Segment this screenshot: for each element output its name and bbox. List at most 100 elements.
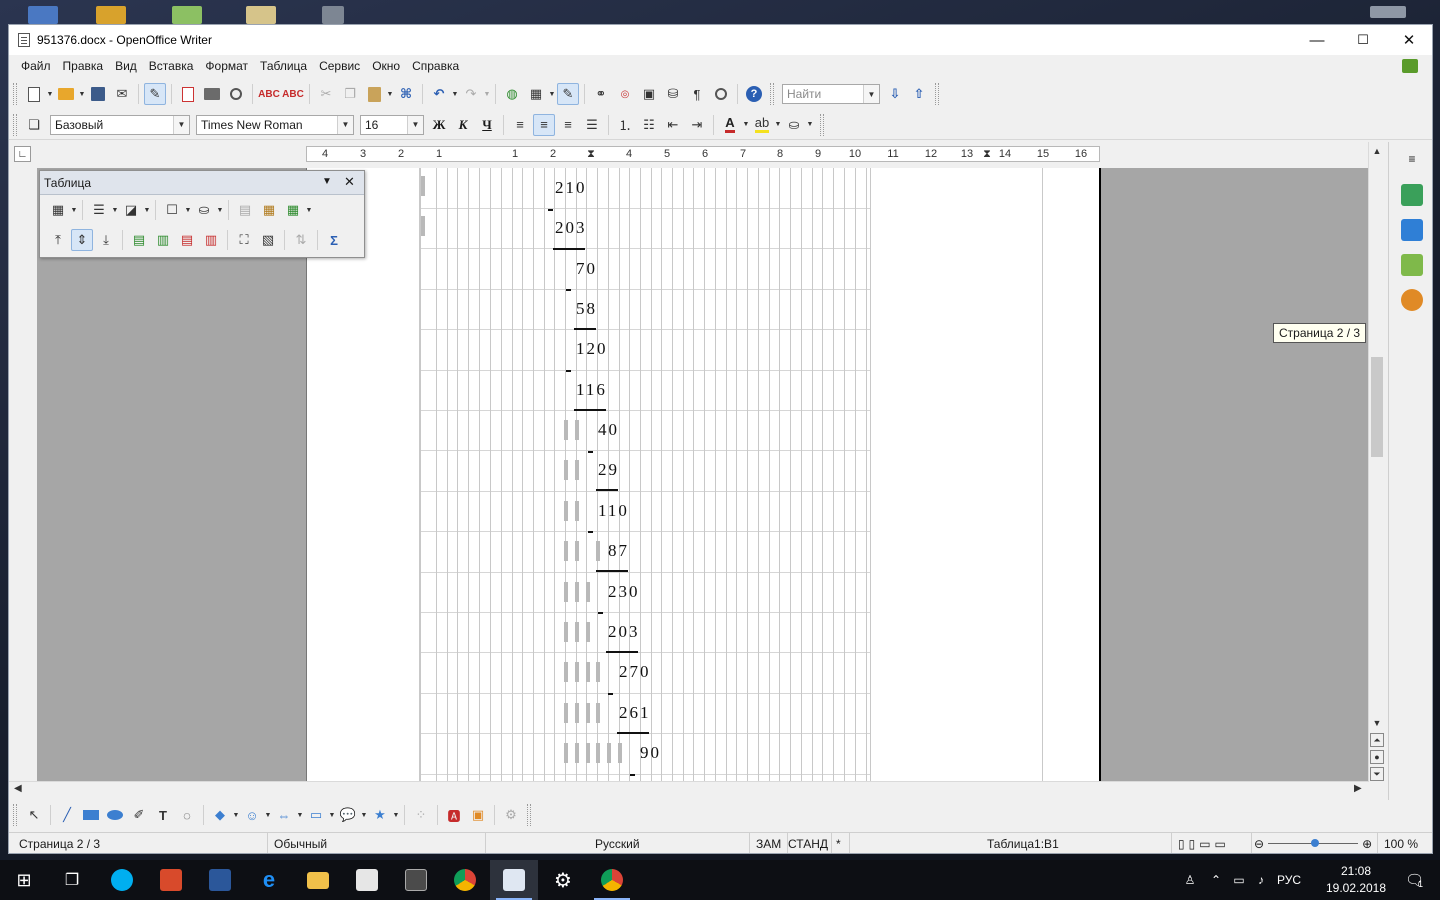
table-insert-button[interactable]: ▦	[47, 199, 69, 221]
app-taskbar-button[interactable]	[147, 860, 195, 900]
horizontal-ruler[interactable]: 4 3 2 1 1 2 ⧗ 4 5 6 7 8 9 10 11 12 13 ⧗ …	[306, 146, 1100, 162]
redo-dropdown[interactable]: ▼	[483, 91, 491, 98]
volume-icon[interactable]: ♪	[1250, 873, 1272, 887]
zoom-in-icon[interactable]: ⊕	[1362, 837, 1372, 851]
zoom-out-icon[interactable]: ⊖	[1254, 837, 1264, 851]
save-button[interactable]	[87, 83, 109, 105]
insert-row-button[interactable]: ▤	[128, 229, 150, 251]
highlight-button[interactable]: ab	[751, 114, 773, 136]
status-selection-mode[interactable]: СТАНД	[788, 833, 832, 853]
chevron-up-icon[interactable]: ⌃	[1204, 873, 1228, 887]
callout-tool-button[interactable]: ◌	[176, 804, 198, 826]
toolbar-grip[interactable]	[935, 83, 939, 105]
horizontal-scrollbar[interactable]: ◀ ▶	[9, 781, 1368, 798]
status-language[interactable]: Русский	[486, 833, 750, 853]
insert-table-button[interactable]: ▦	[525, 83, 547, 105]
document-page[interactable]: 210 203 70 58 120 116 40 29 110 87 230 2…	[306, 168, 1101, 782]
insert-column-button[interactable]: ▥	[152, 229, 174, 251]
menu-window[interactable]: Окно	[366, 59, 406, 73]
basic-shapes-dropdown[interactable]: ▼	[232, 812, 240, 819]
size-dropdown-icon[interactable]: ▼	[407, 115, 423, 134]
select-table-button[interactable]: ⛶	[233, 229, 255, 251]
calculation-table[interactable]: 210 203 70 58 120 116 40 29 110 87 230 2…	[420, 168, 871, 782]
close-button[interactable]: ✕	[1386, 25, 1432, 55]
desktop-icon[interactable]	[172, 6, 202, 24]
align-top-button[interactable]: ⤒	[47, 229, 69, 251]
zoom-slider-thumb[interactable]	[1311, 839, 1320, 847]
increase-indent-button[interactable]: ⇥	[686, 114, 708, 136]
new-dropdown[interactable]: ▼	[46, 91, 54, 98]
hyperlink-button[interactable]: ◍	[501, 83, 523, 105]
scroll-down-button[interactable]: ▼	[1370, 716, 1384, 730]
split-cells-button[interactable]: ▦	[258, 199, 280, 221]
desktop-icon[interactable]	[246, 6, 276, 24]
find-input[interactable]: Найти ▼	[782, 84, 880, 104]
background-color-button[interactable]: ⛀	[783, 114, 805, 136]
gallery-icon[interactable]	[1401, 254, 1423, 276]
input-language[interactable]: РУС	[1272, 873, 1306, 887]
vertical-scrollbar[interactable]: ▲ ▼ ⏶ ● ⏷	[1368, 142, 1385, 782]
undo-button[interactable]: ↶	[428, 83, 450, 105]
chrome-taskbar-button[interactable]	[441, 860, 489, 900]
task-view-button[interactable]: ❐	[48, 860, 96, 900]
decrease-indent-button[interactable]: ⇤	[662, 114, 684, 136]
paragraph-style-select[interactable]: Базовый ▼	[50, 114, 190, 135]
font-name-select[interactable]: Times New Roman ▼	[196, 114, 354, 135]
spellcheck-button[interactable]: ABC	[258, 83, 280, 105]
close-icon[interactable]: ✕	[344, 174, 355, 190]
align-center-vertical-button[interactable]: ⇕	[71, 229, 93, 251]
flowchart-dropdown[interactable]: ▼	[328, 812, 336, 819]
align-bottom-button[interactable]: ⤓	[95, 229, 117, 251]
menu-help[interactable]: Справка	[406, 59, 465, 73]
fontwork-button[interactable]: 🅰	[443, 804, 465, 826]
autoformat-button[interactable]: ▦	[282, 199, 304, 221]
border-color-dropdown[interactable]: ▼	[143, 207, 151, 214]
export-pdf-button[interactable]	[177, 83, 199, 105]
navigator-icon[interactable]	[1401, 289, 1423, 311]
toolbar-grip[interactable]	[820, 113, 824, 136]
update-available-icon[interactable]	[1402, 59, 1418, 73]
skype-taskbar-button[interactable]	[98, 860, 146, 900]
desktop-icon[interactable]	[322, 6, 344, 24]
font-size-select[interactable]: 16 ▼	[360, 114, 424, 135]
chevron-down-icon[interactable]: ▼	[322, 176, 332, 187]
table-insert-dropdown[interactable]: ▼	[70, 207, 78, 214]
navigator-button[interactable]: ◎	[614, 83, 636, 105]
help-button[interactable]: ?	[743, 83, 765, 105]
rectangle-tool-button[interactable]	[80, 804, 102, 826]
notification-center[interactable]: 🗨 1	[1396, 860, 1432, 900]
previous-page-button[interactable]: ⏶	[1370, 733, 1384, 747]
menu-edit[interactable]: Правка	[57, 59, 110, 73]
tab-type-selector[interactable]: ∟	[14, 146, 31, 162]
people-icon[interactable]: ♙	[1176, 873, 1204, 887]
status-zoom[interactable]: 100 %	[1378, 833, 1432, 853]
font-color-button[interactable]: A	[719, 114, 741, 136]
flowchart-button[interactable]: ▭	[305, 804, 327, 826]
undo-dropdown[interactable]: ▼	[451, 91, 459, 98]
line-style-dropdown[interactable]: ▼	[111, 207, 119, 214]
desktop-icon[interactable]	[28, 6, 58, 24]
numbering-button[interactable]: ⒈	[614, 114, 636, 136]
table-properties-button[interactable]: ▧	[257, 229, 279, 251]
delete-row-button[interactable]: ▤	[176, 229, 198, 251]
paste-button[interactable]	[363, 83, 385, 105]
block-arrows-dropdown[interactable]: ▼	[296, 812, 304, 819]
highlight-dropdown[interactable]: ▼	[774, 121, 782, 128]
chrome2-taskbar-button[interactable]	[588, 860, 636, 900]
next-page-button[interactable]: ⏷	[1370, 767, 1384, 781]
desktop-icon[interactable]	[1370, 6, 1406, 18]
format-paintbrush-button[interactable]: ⌘	[395, 83, 417, 105]
maximize-button[interactable]: ☐	[1340, 25, 1386, 55]
background-color-dropdown[interactable]: ▼	[806, 121, 814, 128]
basic-shapes-button[interactable]: ◆	[209, 804, 231, 826]
explorer-taskbar-button[interactable]	[294, 860, 342, 900]
select-tool-button[interactable]: ↖	[23, 804, 45, 826]
underline-button[interactable]: Ч	[476, 114, 498, 136]
scroll-right-button[interactable]: ▶	[1354, 783, 1362, 794]
align-center-button[interactable]: ≡	[533, 113, 555, 136]
symbol-shapes-dropdown[interactable]: ▼	[264, 812, 272, 819]
stars-button[interactable]: ★	[369, 804, 391, 826]
calculator-taskbar-button[interactable]	[392, 860, 440, 900]
cell-background-button[interactable]: ⛀	[193, 199, 215, 221]
menu-view[interactable]: Вид	[109, 59, 143, 73]
